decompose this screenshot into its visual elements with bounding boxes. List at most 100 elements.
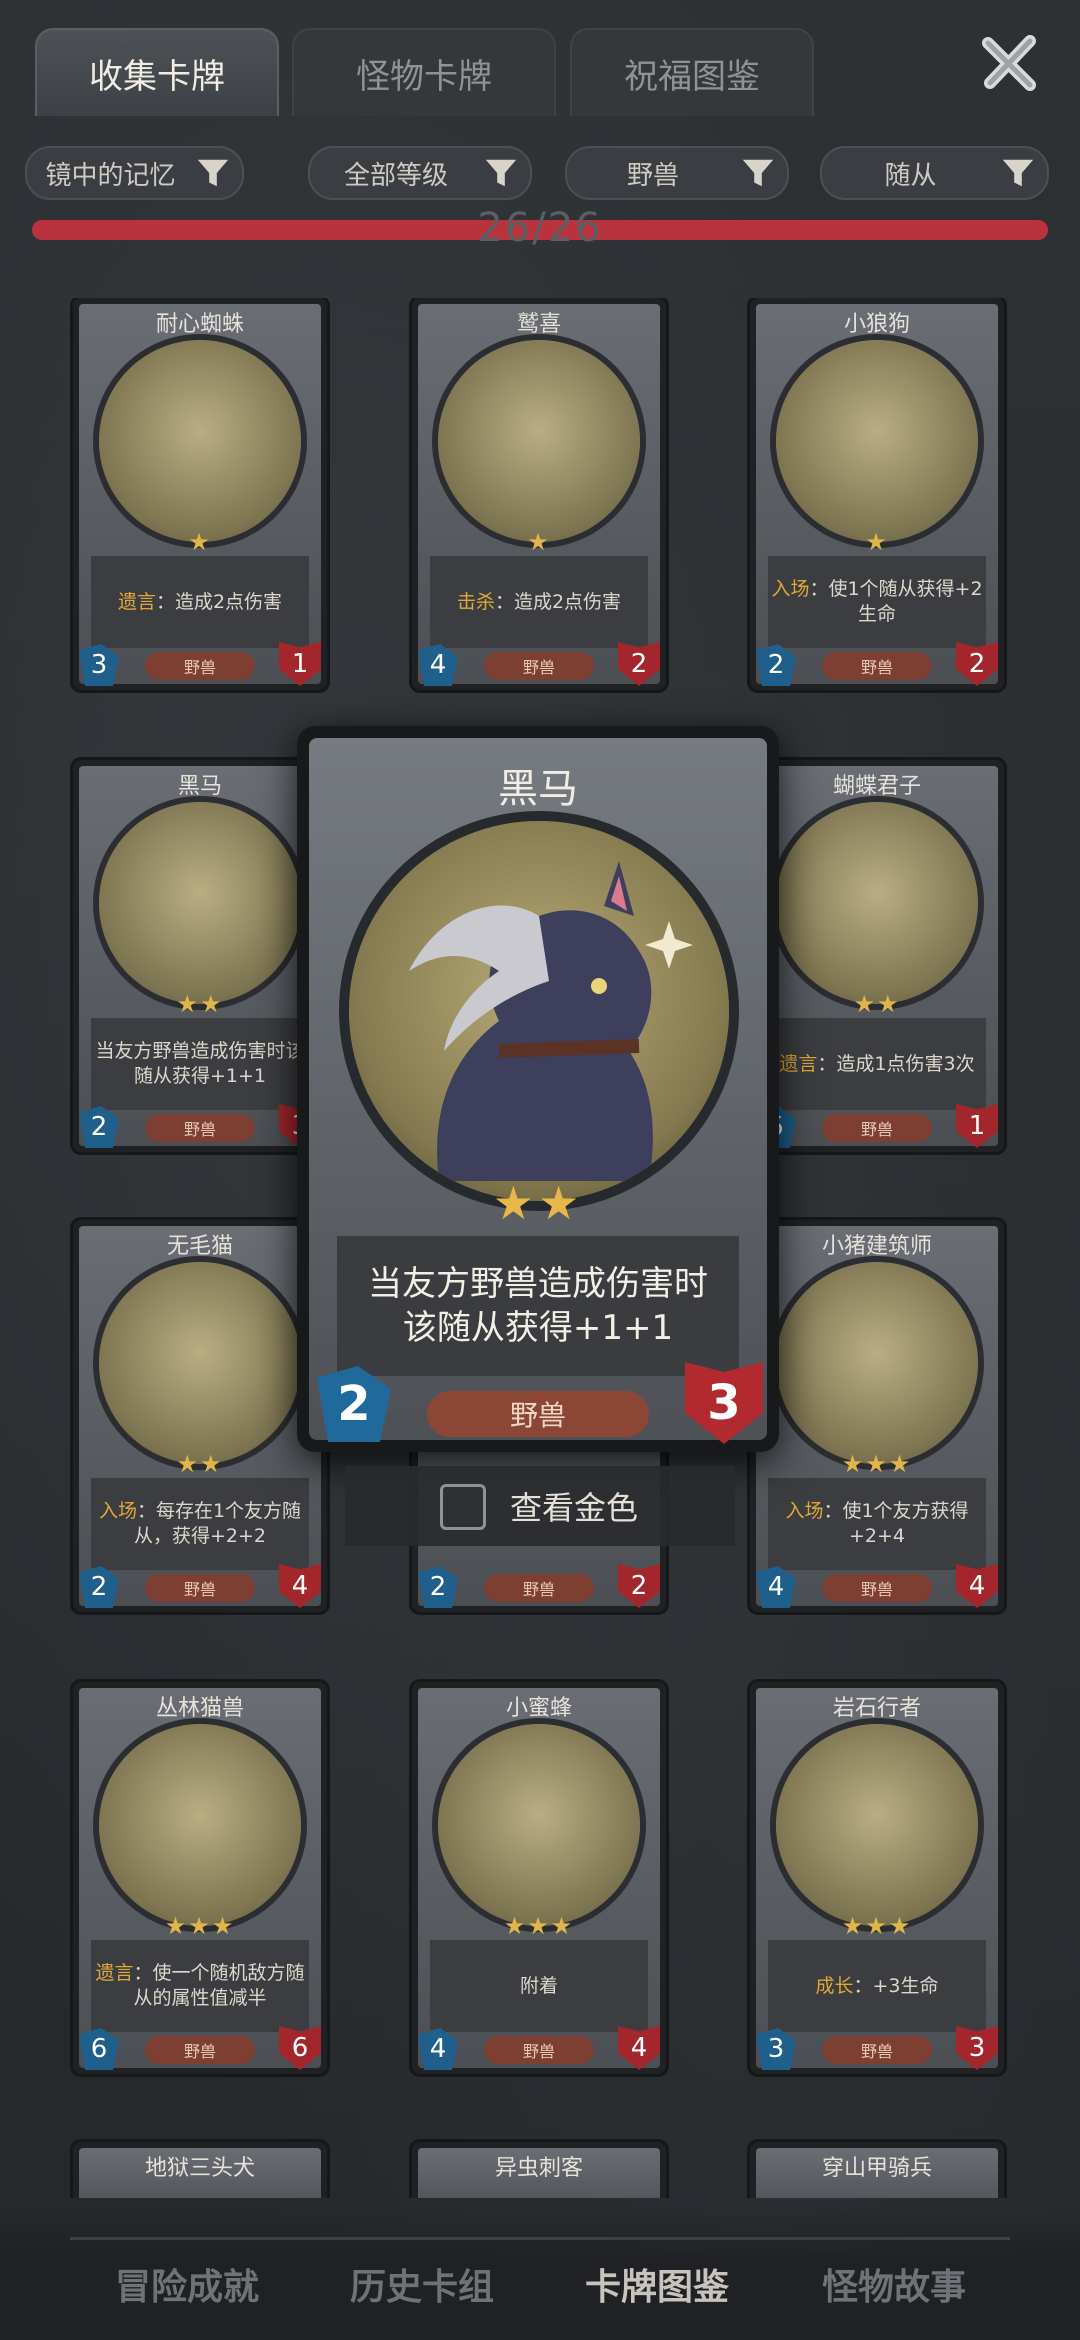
view-gold-toggle[interactable]: 查看金色	[345, 1466, 735, 1546]
filter-set[interactable]: 镜中的记忆	[25, 146, 244, 200]
detail-desc-line1: 当友方野兽造成伤害时	[368, 1264, 708, 1304]
nav-card-codex[interactable]: 卡牌图鉴	[585, 2258, 729, 2310]
card-name: 穿山甲骑兵	[821, 2156, 932, 2181]
card-stars: ★★★	[841, 1912, 913, 1940]
card-effect-text: ：+3生命	[853, 1974, 939, 1997]
card-name: 黑马	[177, 774, 222, 799]
card-portrait	[776, 340, 978, 542]
detail-desc-line2: 该随从获得+1+1	[402, 1308, 674, 1348]
card-type-badge: 野兽	[484, 652, 594, 680]
bottom-nav: 冒险成就 历史卡组 卡牌图鉴 怪物故事	[0, 2210, 1080, 2340]
card[interactable]: 耐心蜘蛛 ★ 遗言：造成2点伤害 野兽 3 1	[73, 298, 327, 690]
card-name: 耐心蜘蛛	[155, 312, 244, 337]
card-type-badge: 野兽	[822, 1574, 932, 1602]
collection-progress-text: 26/26	[477, 205, 603, 251]
detail-card-type-badge: 野兽	[427, 1391, 649, 1437]
card-name: 鹫喜	[516, 312, 561, 337]
card-keyword: 入场	[771, 578, 810, 600]
card-stars: ★★★	[503, 1912, 575, 1940]
view-gold-checkbox[interactable]	[440, 1484, 486, 1530]
nav-history-decks[interactable]: 历史卡组	[350, 2258, 494, 2310]
card-keyword: 成长	[815, 1974, 854, 1997]
card-keyword: 击杀	[456, 590, 495, 613]
filter-set-label: 镜中的记忆	[45, 160, 176, 191]
card[interactable]: 黑马 ★★ 当友方野兽造成伤害时该随从获得+1+1 野兽 2 3	[73, 760, 327, 1152]
card-partial[interactable]: 地狱三头犬	[73, 2142, 327, 2198]
card-portrait	[99, 1724, 301, 1926]
filter-level-label: 全部等级	[343, 160, 448, 191]
close-button[interactable]	[970, 28, 1050, 98]
card-stars: ★	[188, 528, 212, 556]
card-type-badge: 野兽	[145, 2036, 255, 2064]
tab-blessing-codex[interactable]: 祝福图鉴	[570, 28, 814, 116]
card-description: 击杀：造成2点伤害	[430, 556, 648, 648]
card-partial[interactable]: 穿山甲骑兵	[750, 2142, 1004, 2198]
card[interactable]: 蝴蝶君子 ★★ 遗言：造成1点伤害3次 野兽 5 1	[750, 760, 1004, 1152]
card-name: 无毛猫	[166, 1234, 233, 1259]
detail-card-name: 黑马	[498, 766, 578, 812]
card-name: 蝴蝶君子	[832, 774, 921, 799]
funnel-icon	[1002, 159, 1034, 187]
card-type-badge: 野兽	[822, 2036, 932, 2064]
tab-collection-cards[interactable]: 收集卡牌	[35, 28, 279, 116]
filter-card-type[interactable]: 随从	[820, 146, 1049, 200]
card-type-badge: 野兽	[484, 1574, 594, 1602]
card-name: 地狱三头犬	[144, 2156, 255, 2181]
card-effect-text: 附着	[519, 1974, 558, 1997]
card-name: 岩石行者	[832, 1696, 921, 1721]
card-effect-text: ：使1个随从获得+2生命	[809, 578, 983, 625]
card-effect-text: ：造成1点伤害3次	[817, 1052, 975, 1075]
card-effect-text: ：每存在1个友方随从，获得+2+2	[133, 1500, 302, 1547]
card-type-badge: 野兽	[145, 652, 255, 680]
bottom-nav-divider	[70, 2237, 1010, 2240]
card[interactable]: 小猪建筑师 ★★★ 入场：使1个友方获得+2+4 野兽 4 4	[750, 1220, 1004, 1612]
card-detail-popup[interactable]: 黑马 ★★ 当友方野兽造成伤害时 该随从获得+1+1 野兽 2 3	[297, 726, 779, 1452]
nav-monster-stories[interactable]: 怪物故事	[822, 2258, 966, 2310]
nav-adventure-achievements[interactable]: 冒险成就	[115, 2258, 259, 2310]
detail-card-stars: ★★	[492, 1176, 584, 1230]
card-effect-text: 当友方野兽造成伤害时该随从获得+1+1	[95, 1040, 305, 1087]
card[interactable]: 无毛猫 ★★ 入场：每存在1个友方随从，获得+2+2 野兽 2 4	[73, 1220, 327, 1612]
card-portrait	[776, 1262, 978, 1464]
card[interactable]: 丛林猫兽 ★★★ 遗言：使一个随机敌方随从的属性值减半 野兽 6 6	[73, 1682, 327, 2074]
card-stars: ★★	[853, 990, 901, 1018]
card-type-badge: 野兽	[145, 1114, 255, 1142]
card-description: 遗言：使一个随机敌方随从的属性值减半	[91, 1940, 309, 2032]
card[interactable]: 岩石行者 ★★★ 成长：+3生命 野兽 3 3	[750, 1682, 1004, 2074]
card-stars: ★★★	[164, 1912, 236, 1940]
close-icon	[982, 35, 1036, 91]
filter-tribe[interactable]: 野兽	[565, 146, 789, 200]
card[interactable]: 小狼狗 ★ 入场：使1个随从获得+2生命 野兽 2 2	[750, 298, 1004, 690]
card-description: 遗言：造成2点伤害	[91, 556, 309, 648]
view-gold-label: 查看金色	[510, 1489, 639, 1527]
detail-card-portrait	[349, 821, 729, 1201]
card-keyword: 遗言	[117, 590, 156, 613]
card[interactable]: 鹫喜 ★ 击杀：造成2点伤害 野兽 4 2	[412, 298, 666, 690]
card-effect-text: ：使1个友方获得+2+4	[823, 1500, 969, 1547]
tab-monster-cards[interactable]: 怪物卡牌	[292, 28, 556, 116]
card-keyword: 入场	[785, 1500, 824, 1522]
card-effect-text: ：造成2点伤害	[494, 590, 622, 613]
card-portrait	[99, 340, 301, 542]
card-keyword: 遗言	[779, 1052, 818, 1075]
card-stars: ★★	[176, 990, 224, 1018]
card-description: 入场：每存在1个友方随从，获得+2+2	[91, 1478, 309, 1570]
filter-level[interactable]: 全部等级	[308, 146, 532, 200]
card-description: 成长：+3生命	[768, 1940, 986, 2032]
card-description: 入场：使1个友方获得+2+4	[768, 1478, 986, 1570]
card[interactable]: 小蜜蜂 ★★★ 附着 野兽 4 4	[412, 1682, 666, 2074]
card-effect-text: ：造成2点伤害	[155, 590, 283, 613]
card-portrait	[99, 802, 301, 1004]
card-portrait	[438, 340, 640, 542]
card-portrait	[99, 1262, 301, 1464]
card-name: 异虫刺客	[494, 2156, 583, 2181]
card-stars: ★	[527, 528, 551, 556]
funnel-icon	[742, 159, 774, 187]
card-description: 入场：使1个随从获得+2生命	[768, 556, 986, 648]
filter-card-type-label: 随从	[884, 160, 937, 191]
card-stars: ★	[865, 528, 889, 556]
card-type-badge: 野兽	[145, 1574, 255, 1602]
card-description: 当友方野兽造成伤害时该随从获得+1+1	[91, 1018, 309, 1110]
card-description: 遗言：造成1点伤害3次	[768, 1018, 986, 1110]
card-partial[interactable]: 异虫刺客	[412, 2142, 666, 2198]
